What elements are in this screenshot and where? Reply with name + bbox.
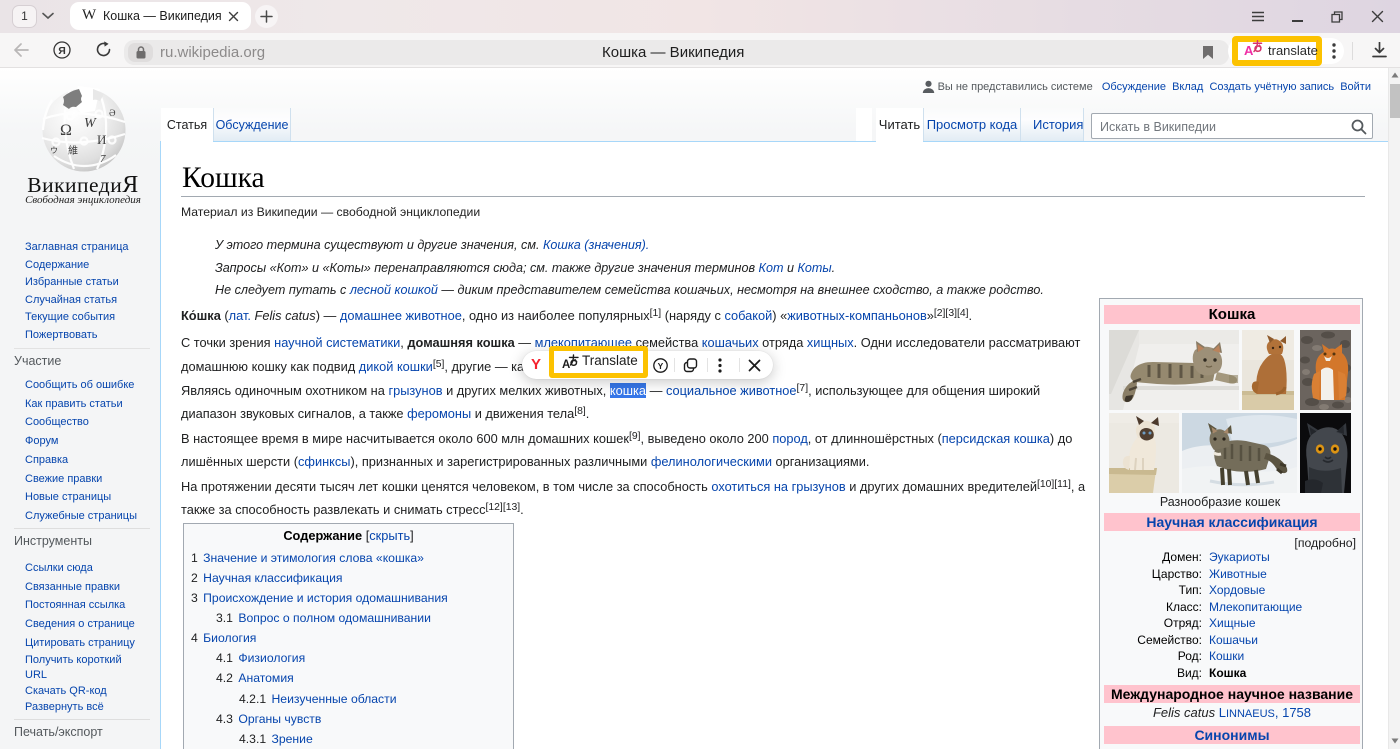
svg-text:И: И — [97, 132, 106, 147]
svg-text:W: W — [84, 116, 97, 131]
svg-text:維: 維 — [68, 144, 78, 157]
svg-text:Y: Y — [658, 361, 664, 371]
svg-text:Ω: Ω — [60, 122, 72, 139]
svg-text:ウ: ウ — [50, 146, 58, 155]
svg-text:Я: Я — [58, 45, 66, 57]
svg-text:7: 7 — [100, 153, 106, 165]
svg-text:A: A — [562, 359, 570, 369]
svg-text:Ә: Ә — [109, 108, 116, 118]
